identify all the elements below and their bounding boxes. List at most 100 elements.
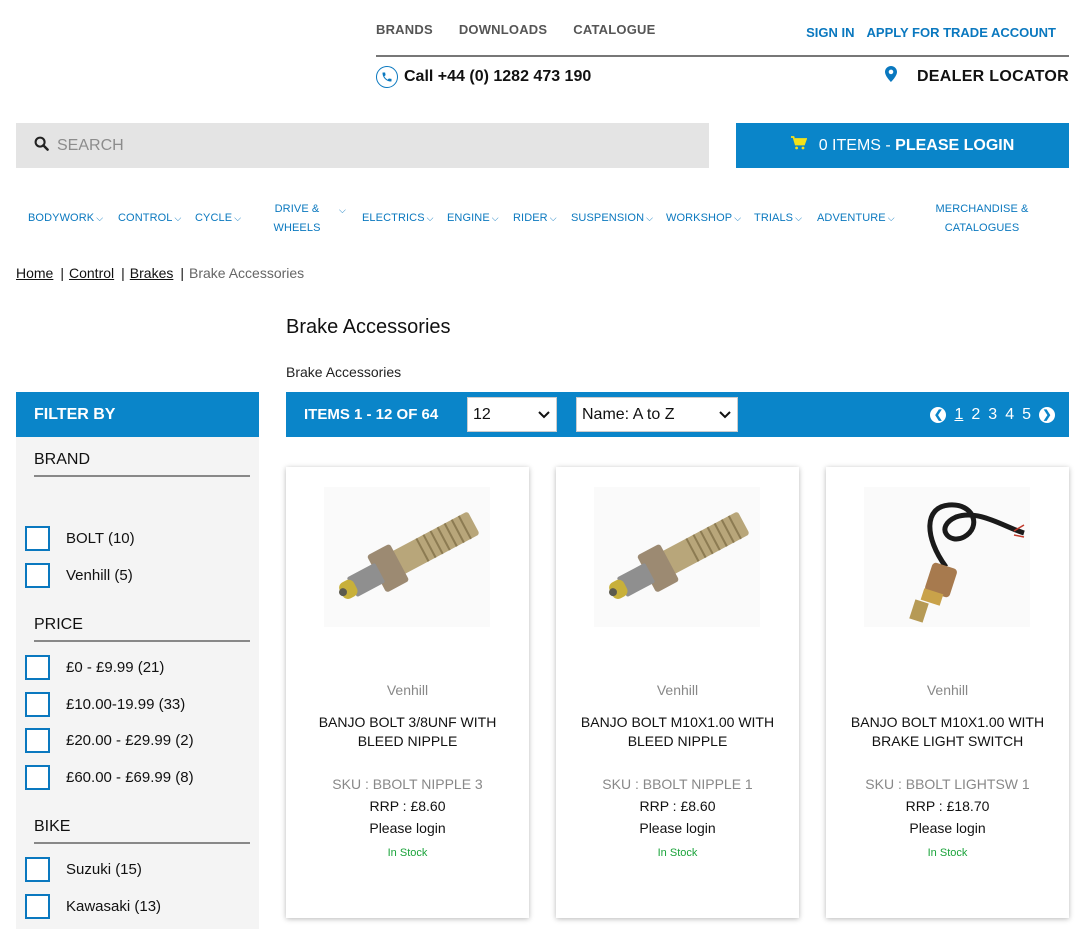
search-bar [16,123,709,168]
nav-electrics[interactable]: ELECTRICS ⌵ [362,198,434,238]
product-name[interactable]: BANJO BOLT 3/8UNF WITH BLEED NIPPLE [306,713,509,751]
nav-rider[interactable]: RIDER ⌵ [513,198,557,238]
product-brand: Venhill [926,682,969,698]
results-toolbar: ITEMS 1 - 12 OF 64 12 Name: A to Z ❮ 1 2… [286,392,1069,437]
account-links: SIGN IN APPLY FOR TRADE ACCOUNT [806,25,1056,40]
checkbox[interactable] [25,526,50,551]
checkbox[interactable] [25,894,50,919]
nav-label: WORKSHOP [666,212,733,224]
chevron-down-icon: ⌵ [174,212,182,223]
dealer-locator-link[interactable]: DEALER LOCATOR [884,66,1069,87]
chevron-down-icon: ⌵ [549,212,557,223]
cart-icon [790,136,807,155]
filter-option-label: Venhill (5) [66,567,133,584]
breadcrumb-home[interactable]: Home [16,265,53,281]
nav-label: SUSPENSION [571,212,645,224]
nav-trials[interactable]: TRIALS ⌵ [754,198,802,238]
product-sku: SKU : BBOLT NIPPLE 3 [332,776,483,792]
nav-label: CONTROL [118,212,173,224]
main-nav: BODYWORK ⌵ CONTROL ⌵ CYCLE ⌵ DRIVE & WHEELS … [16,198,1069,238]
checkbox[interactable] [25,563,50,588]
nav-engine[interactable]: ENGINE ⌵ [447,198,499,238]
filter-option-label: £20.00 - £29.99 (2) [66,732,194,749]
chevron-down-icon: ⌵ [426,212,434,223]
product-sku: SKU : BBOLT NIPPLE 1 [602,776,753,792]
sign-in-link[interactable]: SIGN IN [806,25,854,40]
chevron-down-icon: ⌵ [646,212,654,223]
filter-option-label: BOLT (10) [66,530,135,547]
trade-account-link[interactable]: APPLY FOR TRADE ACCOUNT [867,25,1056,40]
product-image[interactable] [324,487,490,627]
product-card[interactable]: Venhill BANJO BOLT 3/8UNF WITH BLEED NIP… [286,467,529,918]
page-link-current[interactable]: 1 [954,406,963,424]
nav-label: DRIVE & [274,202,320,215]
filter-option[interactable]: Suzuki (15) [25,857,142,882]
filter-option[interactable]: Kawasaki (13) [25,894,161,919]
filter-option-label: £60.00 - £69.99 (8) [66,769,194,786]
nav-drive-wheels[interactable]: DRIVE & WHEELS [268,198,326,238]
phone-contact[interactable]: Call +44 (0) 1282 473 190 [376,66,591,88]
checkbox[interactable] [25,857,50,882]
chevron-left-icon[interactable]: ❮ [930,406,947,423]
filter-option[interactable]: £60.00 - £69.99 (8) [25,765,194,790]
filter-option-label: £0 - £9.99 (21) [66,659,165,676]
filter-option[interactable]: BOLT (10) [25,526,135,551]
page-link[interactable]: 2 [971,406,980,424]
filter-option-label: £10.00-19.99 (33) [66,696,186,713]
checkbox[interactable] [25,692,50,717]
page-link[interactable]: 3 [988,406,997,424]
checkbox[interactable] [25,655,50,680]
nav-adventure[interactable]: ADVENTURE ⌵ [817,198,895,238]
checkbox[interactable] [25,765,50,790]
product-card[interactable]: Venhill BANJO BOLT M10X1.00 WITH BRAKE L… [826,467,1069,918]
checkbox[interactable] [25,728,50,753]
product-image[interactable] [864,487,1030,627]
product-image[interactable] [594,487,760,627]
filter-option-label: Suzuki (15) [66,861,142,878]
nav-control[interactable]: CONTROL ⌵ [118,198,181,238]
breadcrumb-current: Brake Accessories [189,265,305,281]
sort-select[interactable]: Name: A to Z [576,397,738,432]
filter-heading: FILTER BY [16,392,259,437]
filter-bike-heading: BIKE [34,818,250,844]
cart-login-prompt: PLEASE LOGIN [895,136,1015,154]
nav-cycle[interactable]: CYCLE ⌵ [195,198,241,238]
per-page-select[interactable]: 12 [467,397,557,432]
nav-bodywork[interactable]: BODYWORK ⌵ [28,198,103,238]
brands-link[interactable]: BRANDS [376,22,433,37]
product-rrp: RRP : £18.70 [905,798,990,814]
stock-status: In Stock [927,847,968,859]
utility-nav: BRANDS DOWNLOADS CATALOGUE [376,22,655,37]
filter-option[interactable]: £20.00 - £29.99 (2) [25,728,194,753]
product-name[interactable]: BANJO BOLT M10X1.00 WITH BLEED NIPPLE [576,713,779,751]
product-rrp: RRP : £8.60 [369,798,446,814]
page-link[interactable]: 4 [1005,406,1014,424]
chevron-down-icon [719,406,731,424]
filter-option[interactable]: Venhill (5) [25,563,133,588]
nav-label: ADVENTURE [817,212,886,224]
filter-option[interactable]: £10.00-19.99 (33) [25,692,185,717]
page-link[interactable]: 5 [1022,406,1031,424]
breadcrumb-brakes[interactable]: Brakes [130,265,174,281]
product-card[interactable]: Venhill BANJO BOLT M10X1.00 WITH BLEED N… [556,467,799,918]
nav-label: ENGINE [447,212,490,224]
nav-suspension[interactable]: SUSPENSION ⌵ [571,198,653,238]
cart-button[interactable]: 0 ITEMS - PLEASE LOGIN [736,123,1069,168]
filter-option[interactable]: £0 - £9.99 (21) [25,655,164,680]
pagination: ❮ 1 2 3 4 5 ❯ [930,392,1055,437]
search-input[interactable] [57,136,657,155]
search-icon [34,136,49,156]
nav-workshop[interactable]: WORKSHOP ⌵ [666,198,741,238]
breadcrumb-control[interactable]: Control [69,265,114,281]
chevron-right-icon[interactable]: ❯ [1039,406,1055,423]
nav-label: CYCLE [195,212,233,224]
nav-merchandise[interactable]: MERCHANDISE & CATALOGUES [930,198,1034,238]
downloads-link[interactable]: DOWNLOADS [459,22,547,37]
cart-count: 0 ITEMS - [818,136,896,154]
cart-label: 0 ITEMS - PLEASE LOGIN [819,137,1015,155]
nav-label: MERCHANDISE & [935,202,1029,215]
catalogue-link[interactable]: CATALOGUE [573,22,655,37]
filter-price-heading: PRICE [34,616,250,642]
nav-drive-wheels-toggle[interactable]: ⌵ [338,190,346,230]
product-name[interactable]: BANJO BOLT M10X1.00 WITH BRAKE LIGHT SWI… [846,713,1049,751]
